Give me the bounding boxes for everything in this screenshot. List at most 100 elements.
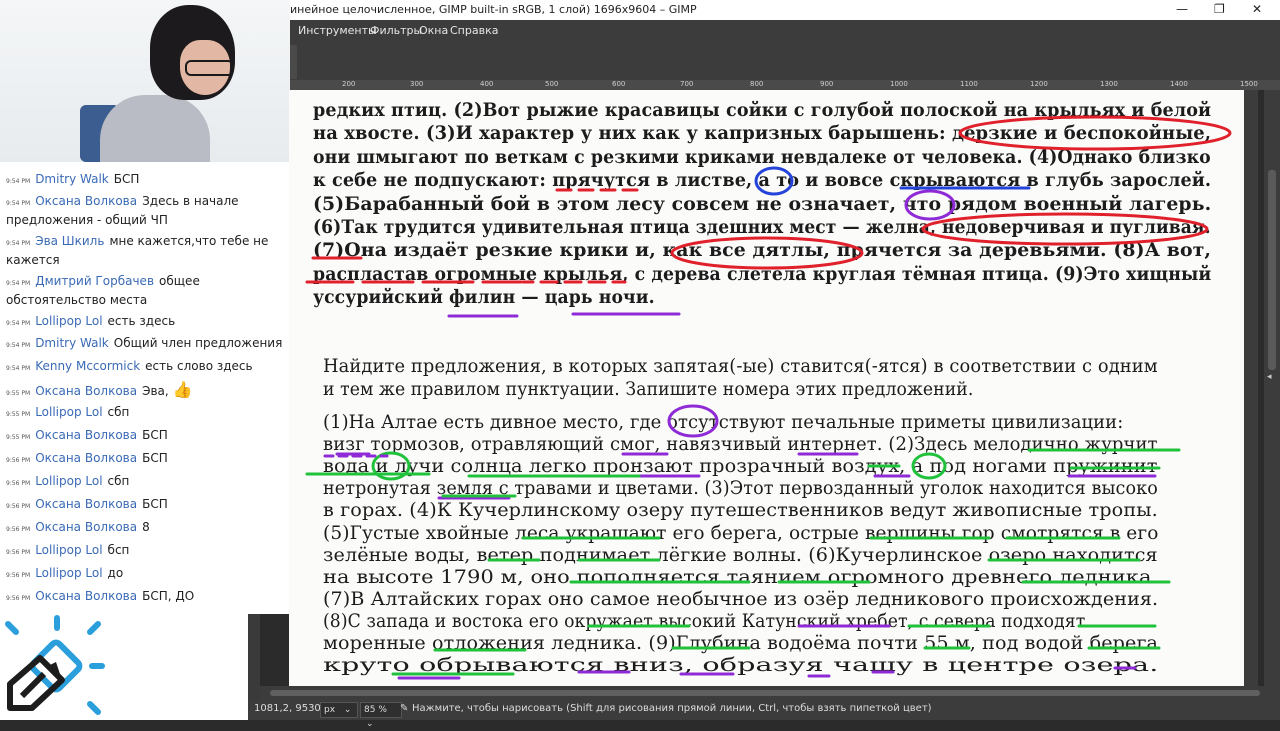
document-line: к себе не подпускают: прячутся в листве,… bbox=[313, 170, 1212, 192]
live-chat[interactable]: 9:54 PM Dmitry Walk БСП 9:54 PM Оксана Волко… bbox=[0, 162, 290, 614]
horizontal-scrollbar[interactable] bbox=[260, 686, 1280, 700]
chat-username[interactable]: Дмитрий Горбачев bbox=[35, 274, 154, 288]
chat-text: БСП bbox=[142, 428, 168, 442]
ruler-tick-label: 500 bbox=[545, 80, 559, 88]
chat-timestamp: 9:56 PM bbox=[6, 457, 31, 464]
chat-username[interactable]: Оксана Волкова bbox=[35, 451, 137, 465]
webcam-video bbox=[0, 0, 290, 162]
chat-message: 9:56 PM Lollipop Lol до bbox=[6, 565, 286, 584]
chat-username[interactable]: Оксана Волкова bbox=[35, 384, 137, 398]
chat-message: 9:56 PM Оксана Волкова БСП bbox=[6, 496, 286, 515]
chat-timestamp: 9:54 PM bbox=[6, 178, 31, 185]
chat-username[interactable]: Оксана Волкова bbox=[35, 497, 137, 511]
ruler-tick-label: 400 bbox=[480, 80, 494, 88]
document-line: распластав огромные крылья, с дерева сле… bbox=[313, 263, 1212, 285]
document-line: редких птиц. (2)Вот рыжие красавицы сойк… bbox=[313, 100, 1212, 121]
document-line: моренные отложения ледника. (9)Глубина в… bbox=[323, 633, 1159, 654]
ruler-tick-label: 1500 bbox=[1240, 80, 1258, 88]
zoom-select[interactable]: 85 % ⌄ bbox=[360, 702, 402, 729]
chat-timestamp: 9:56 PM bbox=[6, 595, 31, 602]
document-line: зелёные воды, ветер поднимает лёгкие вол… bbox=[323, 544, 1158, 566]
chat-username[interactable]: Lollipop Lol bbox=[35, 474, 102, 488]
chat-username[interactable]: Lollipop Lol bbox=[35, 405, 102, 419]
horizontal-scroll-thumb[interactable] bbox=[270, 690, 1260, 696]
ruler-tick-label: 1000 bbox=[890, 80, 908, 88]
close-button[interactable]: ✕ bbox=[1252, 2, 1262, 16]
ruler-tick-label: 1100 bbox=[960, 80, 978, 88]
chat-text: БСП bbox=[113, 172, 140, 186]
unit-select[interactable]: px ⌄ bbox=[320, 702, 358, 718]
chat-text: сбп bbox=[107, 405, 130, 419]
ruler-tick-label: 200 bbox=[342, 80, 356, 88]
chat-timestamp: 9:56 PM bbox=[6, 549, 31, 556]
chat-username[interactable]: Оксана Волкова bbox=[35, 428, 137, 442]
menu-windows[interactable]: Окна bbox=[419, 24, 448, 37]
chat-username[interactable]: Dmitry Walk bbox=[35, 336, 109, 350]
chat-message: 9:56 PM Оксана Волкова БСП bbox=[6, 450, 286, 469]
chat-username[interactable]: Lollipop Lol bbox=[35, 566, 102, 580]
zoom-value: 85 % bbox=[364, 705, 387, 715]
pencil-icon: ✎ bbox=[400, 703, 409, 714]
chat-timestamp: 9:54 PM bbox=[6, 280, 31, 287]
maximize-button[interactable]: ❐ bbox=[1214, 2, 1225, 16]
chat-username[interactable]: Оксана Волкова bbox=[35, 589, 137, 603]
chat-timestamp: 9:56 PM bbox=[6, 572, 31, 579]
vertical-scrollbar[interactable]: ◂ bbox=[1264, 90, 1280, 686]
chat-text: БСП, ДО bbox=[142, 589, 195, 603]
window-titlebar: инейное целочисленное, GIMP built-in sRG… bbox=[290, 0, 1280, 20]
chat-message: 9:56 PM Оксана Волкова 8 bbox=[6, 519, 286, 538]
minimize-button[interactable]: — bbox=[1176, 2, 1188, 16]
status-bar: 1081,2, 9530,6 px ⌄ 85 % ⌄ ✎ Нажмите, чт… bbox=[248, 700, 1280, 729]
ruler-tick-label: 300 bbox=[410, 80, 424, 88]
chat-message: 9:54 PM Lollipop Lol есть здесь bbox=[6, 313, 286, 332]
chat-message: 9:56 PM Lollipop Lol бсп bbox=[6, 542, 286, 561]
chat-username[interactable]: Эва Шкиль bbox=[35, 234, 104, 248]
chat-timestamp: 9:54 PM bbox=[6, 320, 31, 327]
webcam-person-glasses bbox=[185, 60, 234, 76]
menu-tools[interactable]: Инструменты bbox=[298, 24, 377, 37]
chat-username[interactable]: Оксана Волкова bbox=[35, 520, 137, 534]
vertical-scroll-thumb[interactable] bbox=[1268, 170, 1276, 370]
chat-username[interactable]: Оксана Волкова bbox=[35, 194, 137, 208]
chat-username[interactable]: Dmitry Walk bbox=[35, 172, 109, 186]
chevron-down-icon: ⌄ bbox=[343, 705, 352, 715]
webcam-person-body bbox=[100, 95, 210, 162]
ruler-tick-label: 1200 bbox=[1030, 80, 1048, 88]
chat-timestamp: 9:56 PM bbox=[6, 480, 31, 487]
chat-username[interactable]: Lollipop Lol bbox=[35, 543, 102, 557]
document-line: нетронутая земля с травами и цветами. (3… bbox=[323, 478, 1158, 500]
chat-message: 9:55 PM Lollipop Lol сбп bbox=[6, 404, 286, 423]
status-hint: Нажмите, чтобы нарисовать (Shift для рис… bbox=[412, 703, 932, 714]
chat-timestamp: 9:54 PM bbox=[6, 342, 31, 349]
chat-timestamp: 9:56 PM bbox=[6, 526, 31, 533]
chat-text: БСП bbox=[142, 497, 168, 511]
horizontal-ruler[interactable]: 200 300 400 500 600 700 800 900 1000 1100 1200 1300… bbox=[290, 80, 1280, 90]
chat-message: 9:55 PM Оксана Волкова Эва, 👍 bbox=[6, 381, 286, 402]
ruler-tick-label: 600 bbox=[612, 80, 626, 88]
image-canvas[interactable]: редких птиц. (2)Вот рыжие красавицы сойк… bbox=[289, 90, 1244, 686]
chat-message: 9:54 PM Dmitry Walk БСП bbox=[6, 171, 286, 190]
chat-message: 9:54 PM Оксана Волкова Здесь в начале пред… bbox=[6, 193, 286, 229]
document-line: они шмыгают по веткам с резкими криками … bbox=[313, 146, 1211, 168]
document-line: круто обрываются вниз, образуя чашу в це… bbox=[323, 655, 1159, 677]
document-line: визг тормозов, отравляющий смог, навязчи… bbox=[323, 434, 1158, 456]
menu-bar: Инструменты Фильтры Окна Справка bbox=[290, 20, 1280, 40]
chat-username[interactable]: Lollipop Lol bbox=[35, 314, 102, 328]
document-line: (7)Она издаёт резкие крики и, как все дя… bbox=[313, 240, 1212, 262]
chat-text: есть слово здесь bbox=[145, 359, 253, 373]
chat-timestamp: 9:55 PM bbox=[6, 390, 31, 397]
scroll-arrow-icon[interactable]: ◂ bbox=[1267, 372, 1272, 382]
menu-help[interactable]: Справка bbox=[450, 24, 498, 37]
document-line: на высоте 1790 м, оно пополняется таяние… bbox=[323, 566, 1159, 588]
pointer-coordinates: 1081,2, 9530,6 bbox=[254, 703, 331, 714]
chat-message: 9:56 PM Оксана Волкова БСП, ДО bbox=[6, 588, 286, 607]
image-tab[interactable] bbox=[290, 45, 297, 79]
chat-timestamp: 9:54 PM bbox=[6, 365, 31, 372]
document-line: уссурийский филин — царь ночи. bbox=[313, 287, 655, 309]
ruler-tick-label: 1300 bbox=[1100, 80, 1118, 88]
document-line: (1)На Алтае есть дивное место, где отсут… bbox=[323, 412, 1124, 433]
chat-timestamp: 9:54 PM bbox=[6, 240, 31, 247]
menu-filters[interactable]: Фильтры bbox=[370, 24, 422, 37]
chat-timestamp: 9:56 PM bbox=[6, 503, 31, 510]
chat-username[interactable]: Kenny Mccormick bbox=[35, 359, 140, 373]
